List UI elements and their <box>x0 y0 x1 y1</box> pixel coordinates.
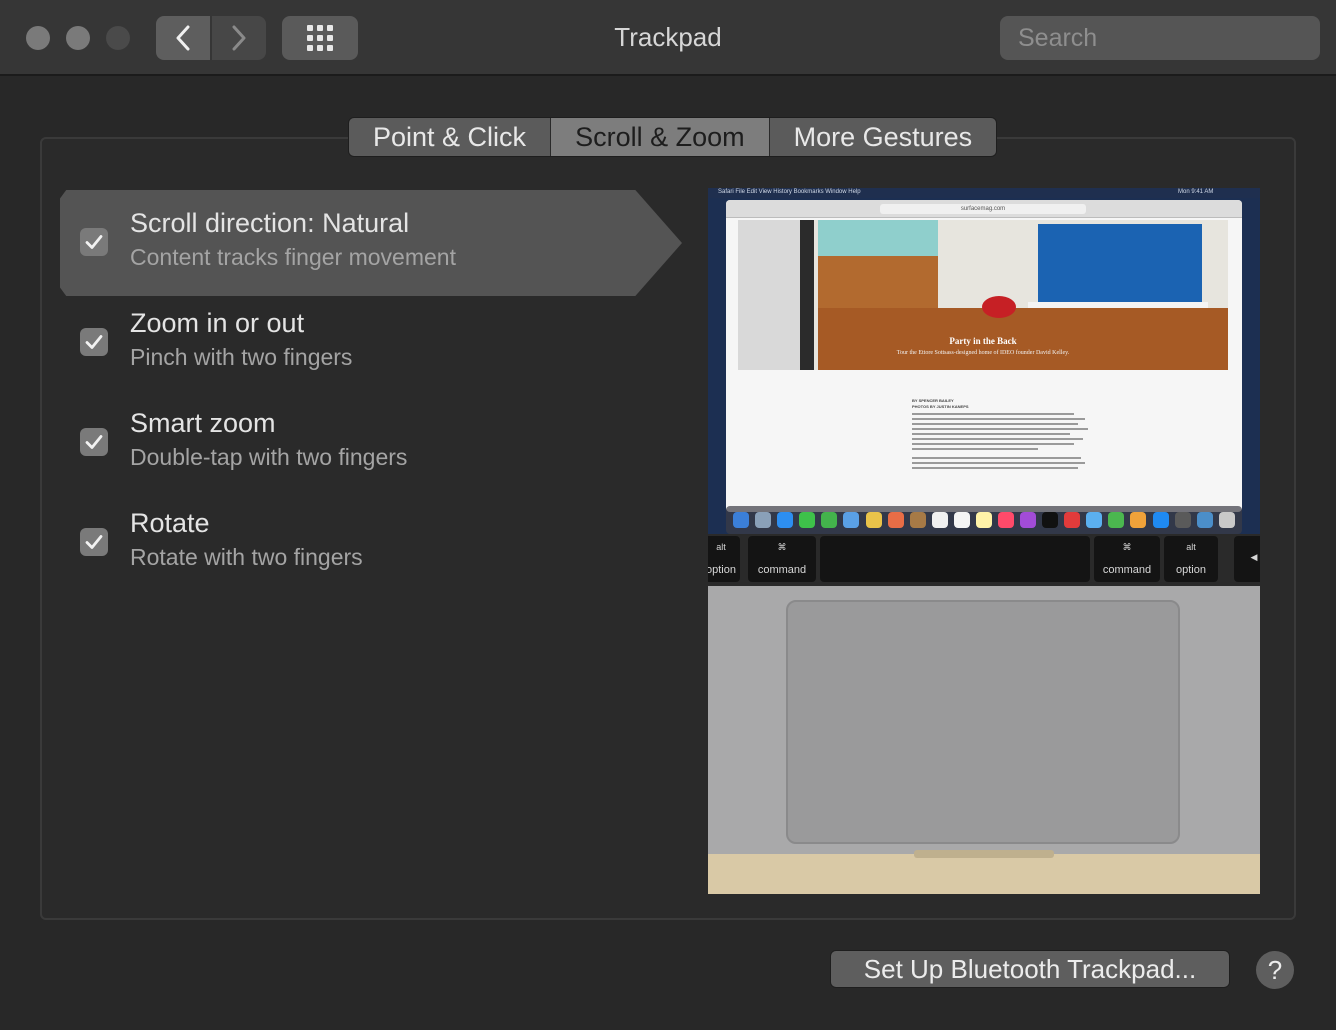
rotate-checkbox[interactable] <box>80 528 108 556</box>
preview-keyboard: alt option ⌘ command ⌘ command alt optio… <box>708 534 1260 586</box>
tab-scroll-zoom[interactable]: Scroll & Zoom <box>551 118 770 156</box>
checkmark-icon <box>85 535 103 549</box>
preview-article-body: BY SPENCER BAILEY PHOTOS BY JUSTIN KANEP… <box>912 398 1092 469</box>
preview-article-title: Party in the Back <box>949 336 1017 346</box>
option-smart-zoom[interactable]: Smart zoom Double-tap with two fingers <box>60 390 680 496</box>
search-field[interactable] <box>1000 16 1336 60</box>
preview-byline: PHOTOS BY JUSTIN KANEPS <box>912 404 969 409</box>
selected-row-highlight <box>60 190 682 296</box>
key-command-left: ⌘ command <box>748 536 816 582</box>
tab-more-gestures[interactable]: More Gestures <box>769 118 997 156</box>
option-title: Scroll direction: Natural <box>130 208 410 238</box>
search-input[interactable] <box>1018 18 1336 58</box>
key-option-left: alt option <box>708 536 740 582</box>
option-title: Smart zoom <box>130 408 276 438</box>
smart-zoom-checkbox[interactable] <box>80 428 108 456</box>
option-rotate[interactable]: Rotate Rotate with two fingers <box>60 490 680 596</box>
preview-safari-window: surfacemag.com Party in the Back Tour th… <box>726 200 1242 512</box>
key-arrow-left: ◀ <box>1234 536 1260 582</box>
preview-laptop-body <box>708 586 1260 894</box>
option-title: Zoom in or out <box>130 308 305 338</box>
option-subtitle: Content tracks finger movement <box>130 244 456 270</box>
preview-trackpad <box>786 600 1180 844</box>
title-bar: Trackpad <box>0 0 1336 76</box>
option-subtitle: Double-tap with two fingers <box>130 444 408 470</box>
key-option-right: alt option <box>1164 536 1218 582</box>
checkmark-icon <box>85 235 103 249</box>
tab-point-click[interactable]: Point & Click <box>349 118 552 156</box>
preview-clock: Mon 9:41 AM <box>1178 189 1214 195</box>
option-zoom[interactable]: Zoom in or out Pinch with two fingers <box>60 290 680 396</box>
gesture-preview-image: Safari File Edit View History Bookmarks … <box>708 188 1260 894</box>
option-scroll-direction[interactable]: Scroll direction: Natural Content tracks… <box>60 190 682 296</box>
preview-menu-bar: Safari File Edit View History Bookmarks … <box>708 188 1260 198</box>
scroll-direction-checkbox[interactable] <box>80 228 108 256</box>
checkmark-icon <box>85 435 103 449</box>
option-subtitle: Rotate with two fingers <box>130 544 363 570</box>
key-command-right: ⌘ command <box>1094 536 1160 582</box>
option-subtitle: Pinch with two fingers <box>130 344 353 370</box>
preview-dock <box>726 506 1242 534</box>
preferences-window: Trackpad Point & Click Scroll & Zoom Mor… <box>0 0 1336 1030</box>
preview-laptop-foot <box>914 850 1054 858</box>
option-title: Rotate <box>130 508 210 538</box>
zoom-checkbox[interactable] <box>80 328 108 356</box>
tab-bar: Point & Click Scroll & Zoom More Gesture… <box>348 117 998 157</box>
checkmark-icon <box>85 335 103 349</box>
help-button[interactable]: ? <box>1256 951 1294 989</box>
red-object <box>982 296 1016 318</box>
preview-hero-photo: Party in the Back Tour the Ettore Sottsa… <box>738 220 1228 370</box>
preview-url-bar: surfacemag.com <box>880 204 1086 214</box>
preview-safari-toolbar: surfacemag.com <box>726 200 1242 218</box>
preview-article-subtitle: Tour the Ettore Sottsass-designed home o… <box>896 350 1070 356</box>
setup-bluetooth-trackpad-button[interactable]: Set Up Bluetooth Trackpad... <box>830 950 1230 988</box>
key-space <box>820 536 1090 582</box>
preview-table-surface <box>708 854 1260 894</box>
preview-menu-items: Safari File Edit View History Bookmarks … <box>718 189 861 195</box>
